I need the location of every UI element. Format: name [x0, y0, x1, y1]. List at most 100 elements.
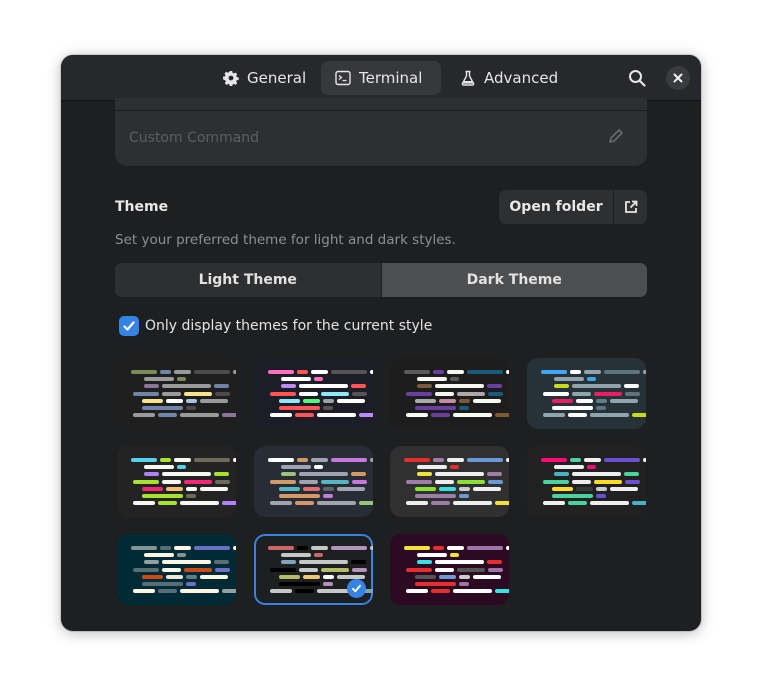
theme-preview-token	[159, 458, 171, 462]
custom-command-field[interactable]: Custom Command	[129, 130, 259, 146]
theme-preview-token	[569, 458, 581, 462]
theme-card[interactable]	[117, 534, 236, 605]
theme-card[interactable]	[117, 446, 236, 517]
theme-preview-token	[590, 501, 629, 506]
theme-preview-token	[296, 370, 308, 374]
open-external-button[interactable]	[614, 190, 647, 224]
theme-preview-token	[370, 546, 373, 550]
tab-general[interactable]: General	[209, 61, 320, 95]
theme-preview-token	[280, 384, 296, 389]
theme-preview-token	[446, 458, 464, 462]
theme-preview-token	[434, 472, 485, 477]
current-style-filter[interactable]: Only display themes for the current styl…	[119, 316, 432, 336]
theme-preview-token	[406, 413, 428, 418]
tab-general-label: General	[247, 69, 307, 87]
theme-preview-token	[268, 370, 294, 374]
theme-preview-token	[161, 567, 182, 572]
theme-card[interactable]	[117, 358, 236, 429]
theme-preview-token	[458, 582, 470, 586]
theme-preview-token	[214, 560, 230, 565]
theme-preview-token	[133, 501, 155, 506]
custom-command-group: Custom Command	[115, 98, 647, 166]
dark-theme-tab[interactable]: Dark Theme	[381, 263, 647, 297]
edit-command-button[interactable]	[607, 127, 627, 147]
theme-preview-token	[278, 582, 320, 586]
theme-preview-token	[173, 546, 191, 550]
theme-preview-token	[337, 486, 366, 491]
theme-card[interactable]	[390, 446, 509, 517]
close-button[interactable]	[666, 66, 690, 90]
theme-preview-token	[466, 546, 504, 550]
theme-preview-token	[587, 377, 596, 382]
theme-preview-token	[446, 546, 464, 550]
theme-preview-token	[551, 486, 574, 491]
theme-preview-token	[303, 486, 321, 491]
theme-card[interactable]	[254, 534, 373, 605]
theme-preview-token	[303, 574, 321, 579]
theme-preview-token	[590, 413, 629, 418]
theme-preview-token	[161, 560, 212, 565]
theme-preview-token	[185, 582, 197, 586]
theme-card[interactable]	[390, 534, 509, 605]
theme-preview-token	[310, 370, 328, 374]
theme-preview-token	[298, 560, 349, 565]
row-separator	[115, 110, 647, 111]
theme-preview-token	[221, 501, 236, 506]
theme-preview-token	[506, 370, 509, 374]
theme-preview-token	[314, 465, 323, 470]
theme-preview-token	[430, 589, 450, 594]
theme-card[interactable]	[390, 358, 509, 429]
theme-preview-token	[406, 567, 432, 572]
theme-preview-token	[294, 589, 314, 594]
theme-preview-token	[133, 479, 159, 484]
theme-section-title: Theme	[115, 199, 169, 215]
tab-terminal[interactable]: Terminal	[321, 61, 441, 95]
theme-preview-token	[173, 458, 191, 462]
theme-preview-token	[494, 501, 509, 506]
light-theme-tab[interactable]: Light Theme	[115, 263, 381, 297]
theme-preview-token	[180, 589, 219, 594]
theme-preview-token	[583, 370, 601, 374]
terminal-icon	[335, 70, 351, 86]
filter-checkbox[interactable]	[119, 316, 139, 336]
theme-preview-token	[321, 479, 350, 484]
close-icon	[673, 73, 683, 83]
theme-preview-token	[322, 494, 334, 498]
theme-preview-token	[161, 391, 182, 396]
theme-preview-token	[278, 398, 301, 403]
theme-preview-token	[214, 472, 230, 477]
search-button[interactable]	[623, 64, 651, 92]
theme-preview-token	[551, 398, 574, 403]
theme-preview-token	[177, 377, 186, 382]
theme-preview-token	[141, 574, 164, 579]
theme-preview-token	[543, 501, 565, 506]
theme-preview-token	[416, 553, 447, 558]
theme-preview-token	[280, 377, 311, 382]
theme-preview-token	[571, 384, 622, 389]
theme-preview-token	[610, 398, 639, 403]
theme-preview-token	[177, 553, 186, 558]
theme-preview-token	[576, 486, 594, 491]
theme-preview-token	[450, 465, 459, 470]
open-folder-button[interactable]: Open folder	[499, 190, 614, 224]
flask-icon	[461, 70, 475, 86]
theme-preview-token	[416, 384, 432, 389]
theme-preview-token	[488, 479, 504, 484]
theme-preview-token	[487, 560, 503, 565]
tab-advanced[interactable]: Advanced	[446, 61, 572, 95]
theme-card[interactable]	[527, 446, 646, 517]
theme-card[interactable]	[254, 358, 373, 429]
theme-preview-token	[473, 398, 502, 403]
theme-preview-token	[184, 479, 213, 484]
theme-preview-token	[270, 479, 296, 484]
theme-preview-token	[541, 370, 567, 374]
theme-preview-token	[473, 574, 502, 579]
theme-preview-token	[432, 458, 444, 462]
theme-preview-token	[351, 560, 367, 565]
theme-preview-token	[337, 398, 366, 403]
theme-preview-token	[322, 406, 334, 410]
theme-preview-token	[310, 546, 328, 550]
theme-card[interactable]	[527, 358, 646, 429]
theme-preview-token	[270, 413, 292, 418]
theme-card[interactable]	[254, 446, 373, 517]
